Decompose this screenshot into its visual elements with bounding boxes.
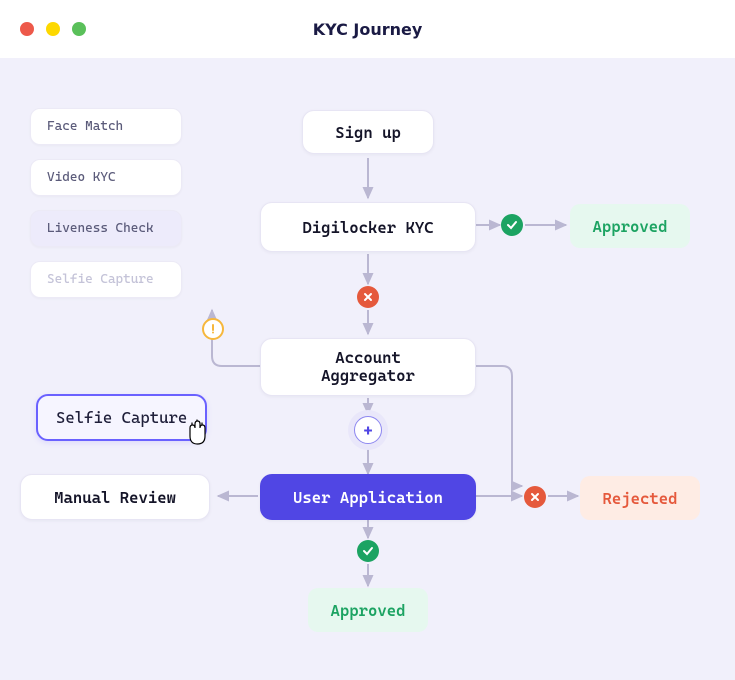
- node-label: Account Aggregator: [321, 349, 415, 386]
- titlebar: KYC Journey: [0, 0, 735, 58]
- palette-label: Selfie Capture: [47, 272, 154, 287]
- palette-item-selfie-capture[interactable]: Selfie Capture: [30, 261, 182, 298]
- status-label: Rejected: [603, 489, 678, 508]
- palette-item-face-match[interactable]: Face Match: [30, 108, 182, 145]
- node-label: User Application: [293, 488, 443, 507]
- window-controls: [20, 22, 86, 36]
- plus-icon: +: [363, 421, 372, 440]
- node-label: Digilocker KYC: [302, 218, 433, 237]
- block-palette: Face Match Video KYC Liveness Check Self…: [30, 108, 182, 298]
- add-step-button[interactable]: +: [354, 416, 382, 444]
- check-icon: [501, 214, 523, 236]
- status-label: Approved: [331, 601, 406, 620]
- status-approved-final: Approved: [308, 588, 428, 632]
- check-icon: [357, 540, 379, 562]
- palette-label: Liveness Check: [47, 221, 154, 236]
- cursor-icon: [184, 418, 210, 448]
- minimize-icon[interactable]: [46, 22, 60, 36]
- palette-item-liveness-check[interactable]: Liveness Check: [30, 210, 182, 247]
- status-label: Approved: [593, 217, 668, 236]
- window-title: KYC Journey: [313, 20, 423, 39]
- warning-icon: [202, 318, 224, 340]
- node-manual-review[interactable]: Manual Review: [20, 474, 210, 520]
- diagram-canvas[interactable]: Face Match Video KYC Liveness Check Self…: [0, 58, 735, 680]
- node-label: Manual Review: [54, 488, 176, 507]
- palette-item-video-kyc[interactable]: Video KYC: [30, 159, 182, 196]
- status-approved: Approved: [570, 204, 690, 248]
- dragged-block-selfie-capture[interactable]: Selfie Capture: [36, 394, 207, 441]
- node-user-application[interactable]: User Application: [260, 474, 476, 520]
- cross-icon: [524, 486, 546, 508]
- dragged-block-label: Selfie Capture: [56, 408, 187, 427]
- status-rejected: Rejected: [580, 476, 700, 520]
- maximize-icon[interactable]: [72, 22, 86, 36]
- node-account-aggregator[interactable]: Account Aggregator: [260, 338, 476, 396]
- node-sign-up[interactable]: Sign up: [302, 110, 434, 154]
- cross-icon: [357, 286, 379, 308]
- palette-label: Video KYC: [47, 170, 116, 185]
- close-icon[interactable]: [20, 22, 34, 36]
- node-digilocker-kyc[interactable]: Digilocker KYC: [260, 202, 476, 252]
- palette-label: Face Match: [47, 119, 123, 134]
- node-label: Sign up: [335, 123, 401, 142]
